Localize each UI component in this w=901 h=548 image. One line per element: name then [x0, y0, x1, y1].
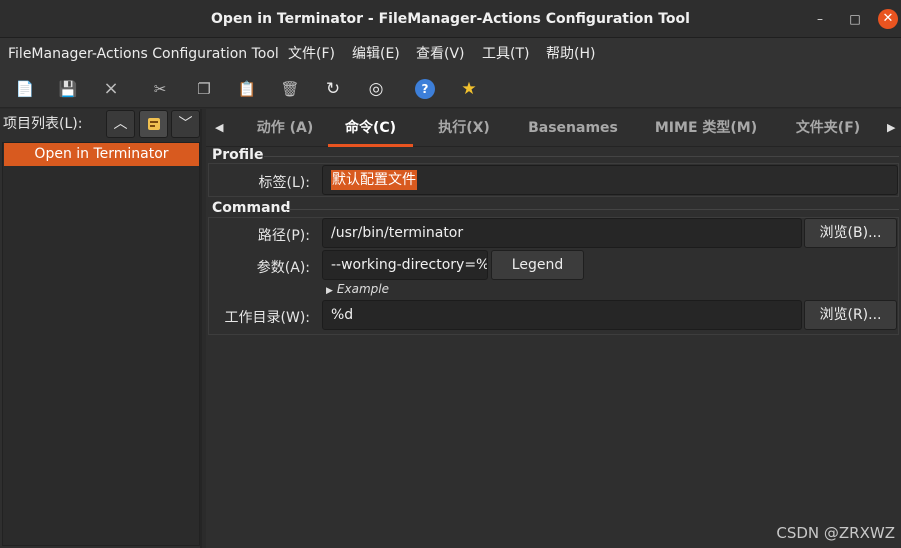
move-up-button[interactable]: ︿ [106, 110, 135, 138]
label-field[interactable]: 默认配置文件 [322, 165, 898, 195]
move-down-button[interactable]: ﹀ [171, 110, 200, 138]
menu-edit[interactable]: 编辑(E) [352, 38, 400, 70]
path-field-value: /usr/bin/terminator [331, 225, 464, 241]
tab-scroll-right-icon[interactable]: ▶ [887, 109, 895, 147]
close-icon[interactable]: × [100, 78, 122, 100]
path-field[interactable]: /usr/bin/terminator [322, 218, 802, 248]
help-icon[interactable]: ? [415, 79, 435, 99]
menu-file[interactable]: 文件(F) [288, 38, 335, 70]
toolbar: 📄 💾 × ✂ ❐ 📋 🗑 ↻ ◎ ? ★ [0, 70, 901, 108]
sort-icon [147, 118, 160, 130]
sort-mode-button[interactable] [139, 110, 168, 138]
delete-icon[interactable]: 🗑 [279, 78, 301, 100]
browse-workdir-button[interactable]: 浏览(R)... [804, 300, 897, 330]
parameters-caption: 参数(A): [256, 260, 310, 276]
minimize-button[interactable]: – [810, 9, 830, 29]
copy-icon[interactable]: ❐ [193, 78, 215, 100]
tab-execution[interactable]: 执行(X) [419, 109, 509, 147]
items-tree: Open in Terminator [2, 142, 200, 546]
star-icon[interactable]: ★ [458, 78, 480, 100]
command-section-title: Command [212, 200, 291, 216]
example-expander-label: Example [336, 282, 389, 296]
menu-tools[interactable]: 工具(T) [482, 38, 529, 70]
tab-action[interactable]: 动作 (A) [238, 109, 332, 147]
profile-divider [264, 156, 899, 157]
workdir-field[interactable]: %d [322, 300, 802, 330]
browse-path-button[interactable]: 浏览(B)... [804, 218, 897, 248]
target-icon[interactable]: ◎ [365, 78, 387, 100]
menu-view[interactable]: 查看(V) [416, 38, 465, 70]
watermark: CSDN @ZRXWZ [776, 524, 895, 542]
tab-folders[interactable]: 文件夹(F) [788, 109, 868, 147]
tab-mimetypes[interactable]: MIME 类型(M) [646, 109, 766, 147]
example-expander[interactable]: ▶ Example [326, 282, 389, 296]
label-field-value: 默认配置文件 [331, 170, 417, 190]
items-panel: 项目列表(L): ︿ ﹀ Open in Terminator [0, 109, 202, 548]
save-icon[interactable]: 💾 [57, 78, 79, 100]
items-header: 项目列表(L): ︿ ﹀ [0, 109, 200, 139]
tab-scroll-left-icon[interactable]: ◀ [215, 109, 223, 147]
expander-arrow-icon: ▶ [326, 286, 333, 296]
title-bar: Open in Terminator - FileManager-Actions… [0, 0, 901, 38]
window-title: Open in Terminator - FileManager-Actions… [211, 11, 690, 27]
parameters-field-value: --working-directory=% [331, 257, 488, 273]
properties-panel: ◀ 动作 (A) 命令(C) 执行(X) Basenames MIME 类型(M… [206, 109, 901, 548]
workdir-field-value: %d [331, 307, 354, 323]
path-caption: 路径(P): [257, 228, 310, 244]
paste-icon[interactable]: 📋 [236, 78, 258, 100]
menu-bar: FileManager-Actions Configuration Tool 文… [0, 38, 901, 70]
tab-bar: ◀ 动作 (A) 命令(C) 执行(X) Basenames MIME 类型(M… [206, 109, 901, 147]
legend-button[interactable]: Legend [491, 250, 584, 280]
parameters-field[interactable]: --working-directory=% [322, 250, 488, 280]
label-caption: 标签(L): [258, 175, 310, 191]
menu-help[interactable]: 帮助(H) [546, 38, 595, 70]
profile-section-title: Profile [212, 147, 264, 163]
tab-basenames[interactable]: Basenames [518, 109, 628, 147]
maximize-button[interactable]: □ [845, 9, 865, 29]
tab-command[interactable]: 命令(C) [328, 109, 413, 147]
cut-icon[interactable]: ✂ [149, 78, 171, 100]
workdir-caption: 工作目录(W): [224, 310, 310, 326]
close-window-button[interactable]: ✕ [878, 9, 898, 29]
reload-icon[interactable]: ↻ [322, 78, 344, 100]
command-divider [286, 209, 899, 210]
list-item[interactable]: Open in Terminator [4, 143, 199, 166]
new-item-icon[interactable]: 📄 [14, 78, 36, 100]
items-list-label: 项目列表(L): [3, 116, 83, 132]
menu-app[interactable]: FileManager-Actions Configuration Tool [8, 38, 279, 70]
